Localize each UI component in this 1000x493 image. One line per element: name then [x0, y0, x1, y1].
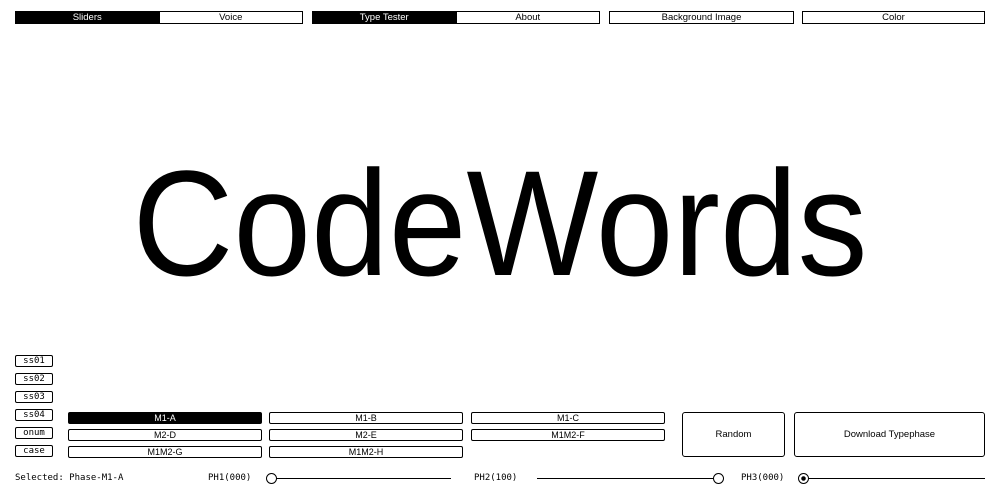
tab-about[interactable]: About [455, 12, 600, 23]
ph2-slider-handle[interactable] [713, 473, 724, 484]
feature-ss03-toggle[interactable]: ss03 [15, 391, 53, 403]
ph3-slider-handle[interactable] [798, 473, 809, 484]
tab-sliders[interactable]: Sliders [16, 12, 159, 23]
phase-m1m2-h-button[interactable]: M1M2-H [269, 446, 463, 458]
ph1-slider-track[interactable] [270, 478, 451, 479]
download-typephase-button[interactable]: Download Typephase [794, 412, 985, 457]
feature-onum-toggle[interactable]: onum [15, 427, 53, 439]
ph1-label: PH1(000) [208, 473, 252, 483]
phase-m1-b-button[interactable]: M1-B [269, 412, 463, 424]
ph1-slider-handle[interactable] [266, 473, 277, 484]
tab-group-mode: Sliders Voice [15, 11, 303, 24]
selected-phase-label: Selected: Phase-M1-A [15, 473, 124, 483]
feature-ss01-toggle[interactable]: ss01 [15, 355, 53, 367]
phase-m1-a-button[interactable]: M1-A [68, 412, 262, 424]
tab-group-view: Type Tester About [312, 11, 600, 24]
feature-ss04-toggle[interactable]: ss04 [15, 409, 53, 421]
background-image-button[interactable]: Background Image [609, 11, 794, 24]
tab-type-tester[interactable]: Type Tester [313, 12, 456, 23]
feature-case-toggle[interactable]: case [15, 445, 53, 457]
type-specimen[interactable]: CodeWords [0, 158, 1000, 288]
feature-ss02-toggle[interactable]: ss02 [15, 373, 53, 385]
ph2-label: PH2(100) [474, 473, 518, 483]
color-button[interactable]: Color [802, 11, 985, 24]
specimen-text: CodeWords [133, 158, 868, 288]
ph3-label: PH3(000) [741, 473, 785, 483]
phase-m2-e-button[interactable]: M2-E [269, 429, 463, 441]
ph3-slider-track[interactable] [802, 478, 985, 479]
phase-m1m2-f-button[interactable]: M1M2-F [471, 429, 665, 441]
ph2-slider-track[interactable] [537, 478, 718, 479]
phase-m1m2-g-button[interactable]: M1M2-G [68, 446, 262, 458]
phase-m1-c-button[interactable]: M1-C [471, 412, 665, 424]
tab-voice[interactable]: Voice [158, 12, 303, 23]
random-button[interactable]: Random [682, 412, 785, 457]
phase-m2-d-button[interactable]: M2-D [68, 429, 262, 441]
